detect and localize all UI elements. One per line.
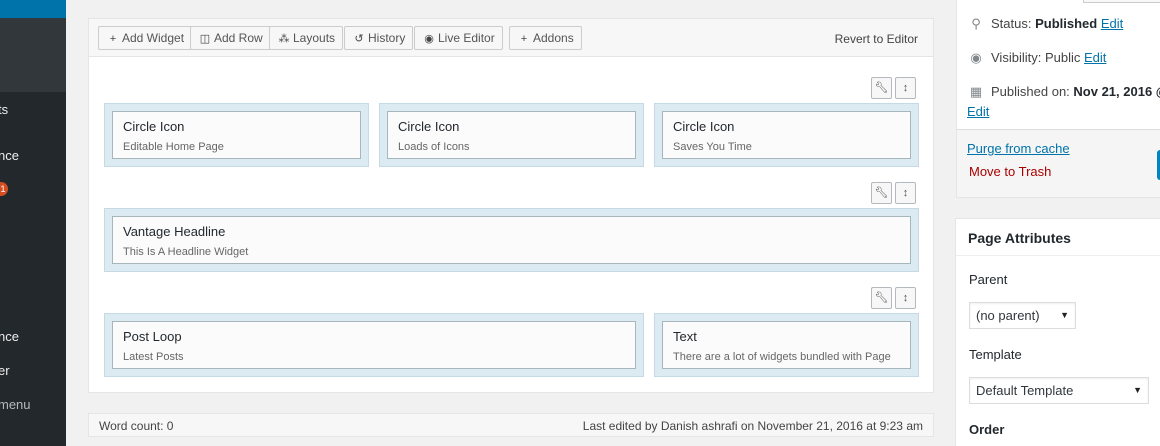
page-attributes-box: Page Attributes Parent (no parent) ▼ Tem…	[955, 218, 1160, 446]
widget-circle-icon-1[interactable]: Circle Icon Editable Home Page	[112, 111, 361, 159]
preview-changes-button[interactable]	[1083, 0, 1160, 3]
row-1-cell-3: Circle Icon Saves You Time	[654, 103, 919, 167]
word-count: Word count: 0	[99, 419, 174, 433]
plus-icon: +	[520, 33, 528, 45]
widget-description: This Is A Headline Widget	[123, 246, 249, 258]
calendar-icon: ▦	[969, 84, 983, 99]
live-editor-button[interactable]: ◉ Live Editor	[414, 26, 503, 50]
widget-vantage-headline[interactable]: Vantage Headline This Is A Headline Widg…	[112, 216, 911, 264]
move-to-trash-link[interactable]: Move to Trash	[969, 164, 1051, 179]
published-on-edit-line: Edit	[967, 104, 989, 119]
sidebar-item-appearance[interactable]: nce	[0, 148, 19, 163]
move-vertical-icon[interactable]: ↕	[895, 182, 916, 204]
edit-date-link[interactable]: Edit	[967, 104, 989, 119]
history-button[interactable]: ↺ History	[344, 26, 414, 50]
addons-button[interactable]: + Addons	[509, 26, 582, 50]
parent-select[interactable]: (no parent) ▼	[969, 302, 1076, 329]
row-1-cell-2: Circle Icon Loads of Icons	[379, 103, 644, 167]
publish-box: ⚲ Status: Published Edit ◉ Visibility: Pub…	[956, 0, 1160, 198]
add-row-button[interactable]: ◫ Add Row	[190, 26, 271, 50]
widget-description: There are a lot of widgets bundled with …	[673, 351, 891, 363]
update-count-badge: 1	[0, 182, 8, 196]
undo-icon: ↺	[354, 33, 364, 45]
widget-title: Circle Icon	[123, 119, 185, 134]
widget-title: Post Loop	[123, 329, 182, 344]
row-1-cell-1: Circle Icon Editable Home Page	[104, 103, 369, 167]
row-3-cell-1: Post Loop Latest Posts	[104, 313, 644, 377]
add-widget-button[interactable]: + Add Widget	[98, 26, 193, 50]
sidebar-item-posts[interactable]: ts	[0, 102, 8, 117]
row-2-cell-1: Vantage Headline This Is A Headline Widg…	[104, 208, 919, 272]
last-edited: Last edited by Danish ashrafi on Novembe…	[582, 419, 923, 433]
revert-to-editor-link[interactable]: Revert to Editor	[835, 32, 918, 46]
row-3-cell-2: Text There are a lot of widgets bundled …	[654, 313, 919, 377]
page-attributes-title: Page Attributes	[968, 230, 1071, 246]
page-attributes-header[interactable]: Page Attributes	[956, 219, 1160, 256]
wrench-icon[interactable]: 🔧︎	[871, 77, 892, 99]
columns-icon: ◫	[199, 33, 211, 45]
current-menu-item[interactable]	[0, 0, 66, 18]
order-label: Order	[969, 422, 1005, 437]
dropdown-arrow-icon: ▼	[1060, 310, 1069, 320]
purge-cache-link[interactable]: Purge from cache	[967, 141, 1070, 156]
layouts-button[interactable]: ⁂ Layouts	[269, 26, 344, 50]
widget-title: Vantage Headline	[123, 224, 226, 239]
widget-text[interactable]: Text There are a lot of widgets bundled …	[662, 321, 911, 369]
widget-description: Loads of Icons	[398, 141, 470, 153]
widget-title: Circle Icon	[398, 119, 460, 134]
eye-icon: ◉	[970, 50, 982, 65]
edit-visibility-link[interactable]: Edit	[1084, 50, 1106, 65]
published-date: Nov 21, 2016 @	[1073, 84, 1160, 99]
sidebar-item-appearance-2[interactable]: nce	[0, 329, 19, 344]
plus-icon: +	[109, 33, 117, 45]
widget-title: Text	[673, 329, 697, 344]
sidebar-item-slider[interactable]: er	[0, 363, 10, 378]
template-label: Template	[969, 347, 1022, 362]
status-value: Published	[1035, 16, 1098, 31]
eye-icon: ◉	[424, 33, 434, 45]
wrench-icon[interactable]: 🔧︎	[871, 182, 892, 204]
widget-circle-icon-3[interactable]: Circle Icon Saves You Time	[662, 111, 911, 159]
admin-sidebar: ts nce 1 nce er menu	[0, 0, 66, 446]
page-builder-panel: + Add Widget ◫ Add Row ⁂ Layouts ↺ History ◉…	[88, 18, 934, 393]
visibility-value: Public	[1044, 50, 1081, 65]
publish-actions: Purge from cache Move to Trash	[957, 129, 1160, 197]
dropdown-arrow-icon: ▼	[1133, 385, 1142, 395]
widget-post-loop[interactable]: Post Loop Latest Posts	[112, 321, 636, 369]
wrench-icon[interactable]: 🔧︎	[871, 287, 892, 309]
visibility-line: ◉ Visibility: Public Edit	[967, 50, 1106, 66]
pin-icon: ⚲	[971, 16, 981, 31]
widget-description: Saves You Time	[673, 141, 752, 153]
widget-title: Circle Icon	[673, 119, 735, 134]
word-count-bar: Word count: 0 Last edited by Danish ashr…	[88, 413, 934, 437]
cubes-icon: ⁂	[278, 33, 290, 45]
template-select[interactable]: Default Template ▼	[969, 377, 1149, 404]
current-menu-arrow	[58, 0, 66, 18]
widget-circle-icon-2[interactable]: Circle Icon Loads of Icons	[387, 111, 636, 159]
submenu-area	[0, 18, 66, 92]
status-line: ⚲ Status: Published Edit	[967, 16, 1123, 32]
edit-status-link[interactable]: Edit	[1101, 16, 1123, 31]
collapse-menu-link[interactable]: menu	[0, 397, 31, 412]
published-on-line: ▦ Published on: Nov 21, 2016 @	[967, 84, 1160, 100]
widget-description: Latest Posts	[123, 351, 184, 363]
builder-toolbar: + Add Widget ◫ Add Row ⁂ Layouts ↺ History ◉…	[89, 19, 933, 57]
move-vertical-icon[interactable]: ↕	[895, 287, 916, 309]
widget-description: Editable Home Page	[123, 141, 224, 153]
move-vertical-icon[interactable]: ↕	[895, 77, 916, 99]
parent-label: Parent	[969, 272, 1008, 287]
